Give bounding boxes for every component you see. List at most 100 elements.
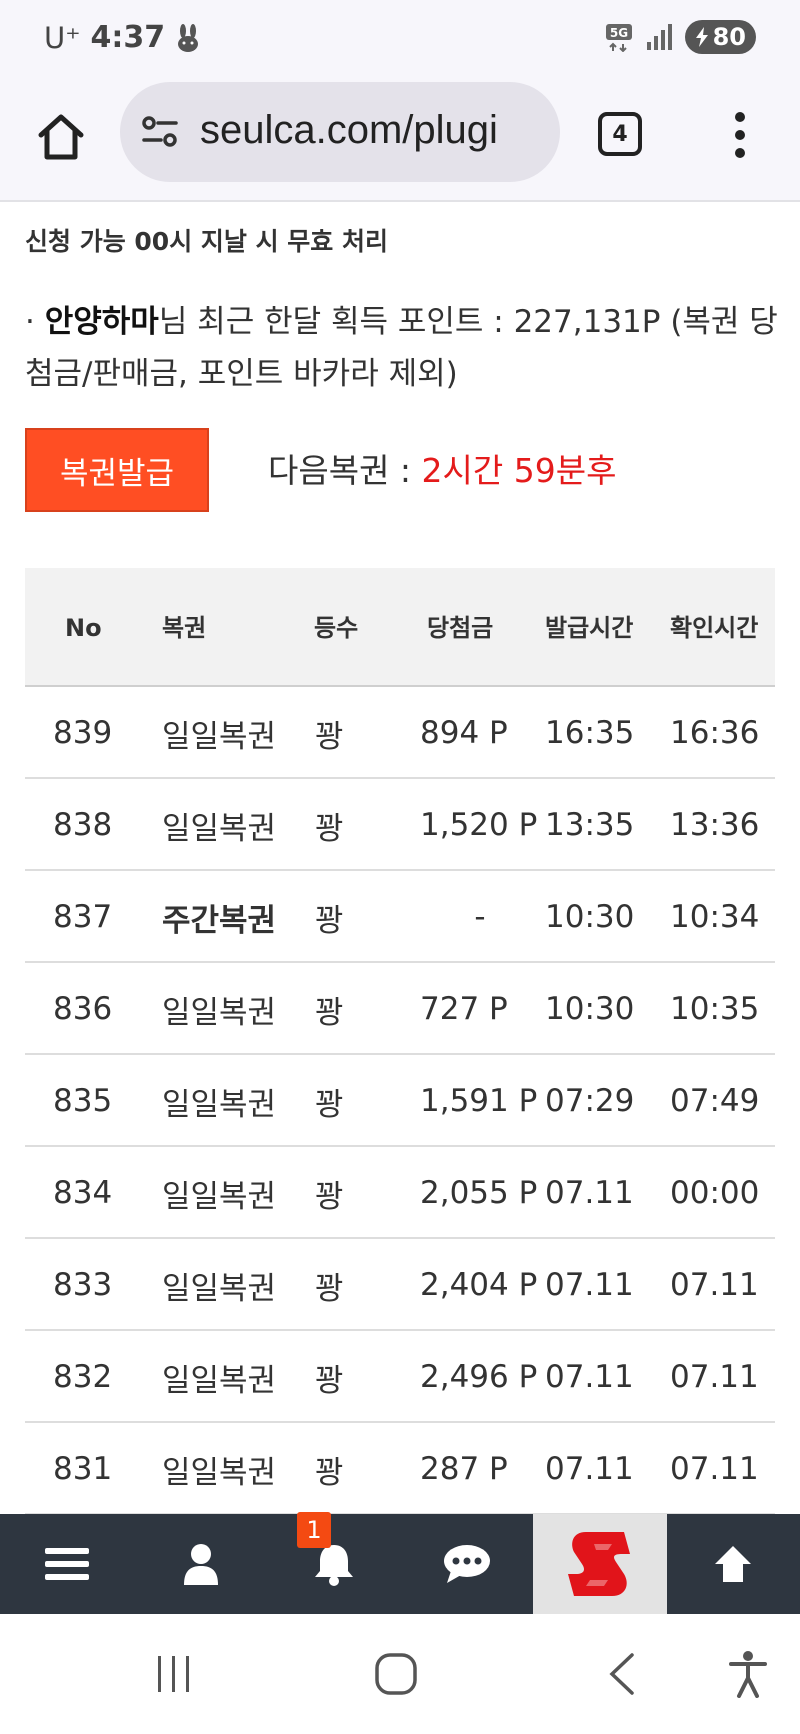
row-prize: -	[474, 899, 486, 935]
next-lottery: 다음복권 : 2시간 59분후	[268, 444, 616, 492]
row-check-time: 10:34	[670, 899, 760, 935]
site-bottom-toolbar: 1	[0, 1512, 800, 1614]
table-row: 833 일일복권 꽝 2,404 P 07.11 07.11	[25, 1239, 775, 1331]
home-nav-button[interactable]	[366, 1644, 426, 1704]
status-bar: U⁺ 4:37 5G 80	[0, 0, 800, 76]
header-check-time: 확인시간	[670, 613, 759, 642]
menu-dot	[735, 112, 745, 122]
row-no: 834	[53, 1175, 113, 1211]
row-rank: 꽝	[315, 902, 344, 939]
url-text[interactable]: seulca.com/plugi	[200, 108, 498, 153]
carrier-label: U⁺	[44, 20, 81, 55]
row-check-time: 07:49	[670, 1083, 760, 1119]
row-type: 주간복권	[162, 902, 277, 939]
recent-apps-button[interactable]	[144, 1644, 204, 1704]
system-navigation-bar	[0, 1614, 800, 1734]
table-row: 838 일일복권 꽝 1,520 P 13:35 13:36	[25, 779, 775, 871]
network-5g-icon: 5G	[605, 24, 632, 52]
arrow-up-icon	[715, 1546, 751, 1582]
accessibility-icon	[729, 1651, 767, 1698]
accessibility-button[interactable]	[718, 1644, 778, 1704]
more-menu-button[interactable]	[726, 108, 754, 162]
menu-dot	[735, 148, 745, 158]
user-icon	[184, 1544, 218, 1585]
row-rank: 꽝	[315, 810, 344, 847]
row-type: 일일복권	[162, 1178, 277, 1215]
chat-button[interactable]	[400, 1514, 534, 1614]
row-no: 835	[53, 1083, 113, 1119]
table-row: 837 주간복권 꽝 - 10:30 10:34	[25, 871, 775, 963]
row-check-time: 07.11	[670, 1359, 759, 1395]
row-rank: 꽝	[315, 1086, 344, 1123]
row-rank: 꽝	[315, 1454, 344, 1491]
row-check-time: 07.11	[670, 1451, 759, 1487]
chat-icon	[444, 1545, 490, 1583]
menu-icon	[45, 1548, 89, 1580]
row-rank: 꽝	[315, 994, 344, 1031]
notification-badge: 1	[297, 1512, 331, 1548]
notifications-button[interactable]	[267, 1514, 401, 1614]
status-left: U⁺ 4:37	[44, 20, 201, 55]
row-issue-time: 07.11	[545, 1267, 634, 1303]
row-type: 일일복권	[162, 1454, 277, 1491]
menu-dot	[735, 130, 745, 140]
row-issue-time: 07.11	[545, 1175, 634, 1211]
row-type: 일일복권	[162, 1086, 277, 1123]
tab-switcher-button[interactable]: 4	[598, 112, 642, 156]
charging-icon	[695, 27, 708, 47]
table-row: 835 일일복권 꽝 1,591 P 07:29 07:49	[25, 1055, 775, 1147]
bullet: ·	[25, 304, 35, 340]
row-check-time: 16:36	[670, 715, 760, 751]
scroll-top-button[interactable]	[666, 1514, 800, 1614]
issue-lottery-button[interactable]: 복권발급	[25, 428, 209, 512]
row-rank: 꽝	[315, 1178, 344, 1215]
table-row: 834 일일복권 꽝 2,055 P 07.11 00:00	[25, 1147, 775, 1239]
home-icon	[38, 114, 84, 160]
header-rank: 등수	[314, 613, 359, 642]
row-no: 832	[53, 1359, 113, 1395]
row-check-time: 07.11	[670, 1267, 759, 1303]
next-lottery-label: 다음복권 :	[268, 451, 422, 490]
header-no: No	[65, 613, 102, 642]
row-no: 836	[53, 991, 113, 1027]
row-type: 일일복권	[162, 994, 277, 1031]
row-issue-time: 16:35	[545, 715, 635, 751]
home-button[interactable]	[30, 106, 92, 168]
site-logo-button[interactable]	[533, 1514, 667, 1614]
row-prize: 727 P	[420, 991, 508, 1027]
row-type: 일일복권	[162, 1362, 277, 1399]
lottery-history-table: No 복권 등수 당첨금 발급시간 확인시간 839 일일복권 꽝 894 P 16:3…	[25, 568, 775, 1515]
row-rank: 꽝	[315, 1270, 344, 1307]
profile-button[interactable]	[134, 1514, 268, 1614]
row-check-time: 13:36	[670, 807, 760, 843]
row-no: 831	[53, 1451, 113, 1487]
status-right: 5G 80	[605, 20, 756, 54]
row-issue-time: 07.11	[545, 1359, 634, 1395]
row-check-time: 00:00	[670, 1175, 760, 1211]
row-type: 일일복권	[162, 1270, 277, 1307]
points-summary: · 안양하마님 최근 한달 획득 포인트 : 227,131P (복권 당첨금/…	[25, 296, 785, 400]
menu-button[interactable]	[0, 1514, 134, 1614]
row-issue-time: 10:30	[545, 899, 635, 935]
header-issue-time: 발급시간	[545, 613, 634, 642]
row-rank: 꽝	[315, 718, 344, 755]
table-header: No 복권 등수 당첨금 발급시간 확인시간	[25, 568, 775, 687]
row-no: 833	[53, 1267, 113, 1303]
site-settings-icon[interactable]	[140, 112, 180, 152]
row-prize: 287 P	[420, 1451, 508, 1487]
row-type: 일일복권	[162, 718, 277, 755]
rabbit-icon	[178, 23, 199, 52]
home-nav-icon	[375, 1653, 417, 1695]
row-rank: 꽝	[315, 1362, 344, 1399]
back-icon	[609, 1653, 634, 1695]
row-issue-time: 07:29	[545, 1083, 635, 1119]
row-prize: 1,520 P	[420, 807, 538, 843]
table-row: 831 일일복권 꽝 287 P 07.11 07.11	[25, 1423, 775, 1515]
address-bar[interactable]: seulca.com/plugi	[120, 82, 560, 182]
row-prize: 1,591 P	[420, 1083, 538, 1119]
back-button[interactable]	[592, 1644, 652, 1704]
network-label: 5G	[609, 26, 627, 40]
clock: 4:37	[90, 20, 166, 55]
row-type: 일일복권	[162, 810, 277, 847]
row-issue-time: 10:30	[545, 991, 635, 1027]
